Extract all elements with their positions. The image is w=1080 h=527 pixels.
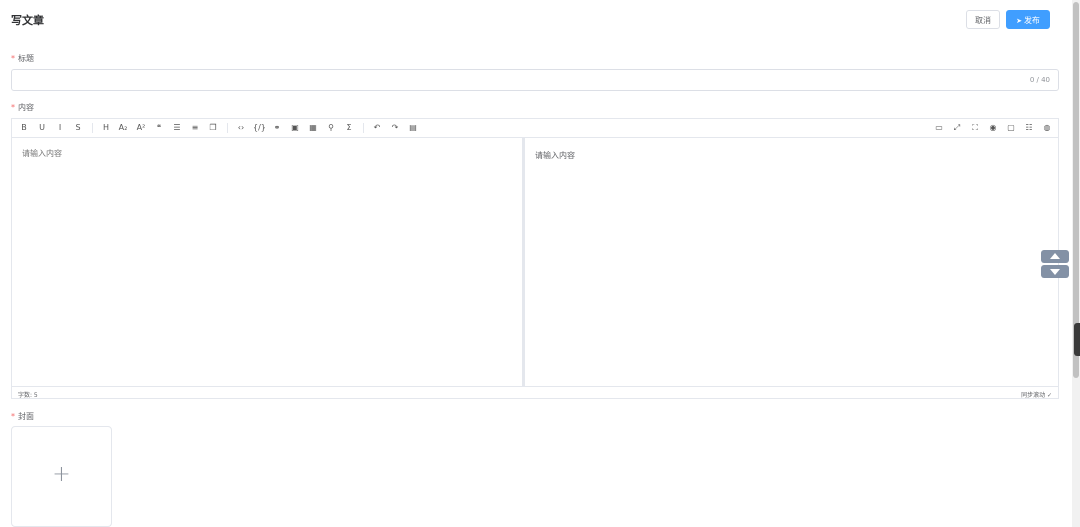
preview-icon[interactable]: ◉: [987, 122, 999, 134]
page-scrollbar[interactable]: [1072, 0, 1080, 527]
formula-icon[interactable]: Σ: [343, 122, 355, 134]
arrow-up-icon: [1050, 253, 1060, 259]
title-char-counter: 0 / 40: [1029, 76, 1050, 84]
side-panel-handle[interactable]: [1074, 323, 1080, 356]
inline-code-icon[interactable]: {/}: [253, 122, 266, 134]
required-mark: *: [11, 103, 15, 112]
page-fullscreen-icon[interactable]: ▭: [933, 122, 945, 134]
html-preview-icon[interactable]: ▢: [1005, 122, 1017, 134]
cover-label-text: 封面: [18, 412, 34, 421]
undo-icon[interactable]: ↶: [371, 122, 383, 134]
editor-toolbar: B U I S H A₂ A² ❝ ☰ ≡ ❐ ‹› {/} ⚭ ▣ ▦ ⚲ Σ ↶ ↷ ▤ ▭ ⤢ ⛶ ◉ ▢ ☷ ◍: [12, 119, 1058, 138]
title-label: * 标题: [11, 53, 34, 64]
table-icon[interactable]: ▦: [307, 122, 319, 134]
unordered-list-icon[interactable]: ☰: [171, 122, 183, 134]
fullscreen-icon[interactable]: ⤢: [951, 122, 963, 134]
mermaid-icon[interactable]: ⚲: [325, 122, 337, 134]
redo-icon[interactable]: ↷: [389, 122, 401, 134]
publish-label: 发布: [1023, 16, 1040, 25]
word-count: 字数: 5: [18, 392, 38, 399]
cover-label: * 封面: [11, 411, 34, 422]
editor-status-bar: 字数: 5 同步滚动 ✓: [12, 386, 1058, 399]
markdown-editor: B U I S H A₂ A² ❝ ☰ ≡ ❐ ‹› {/} ⚭ ▣ ▦ ⚲ Σ ↶ ↷ ▤ ▭ ⤢ ⛶ ◉ ▢ ☷ ◍ 请输入内容 …: [11, 118, 1059, 399]
toolbar-divider: [227, 123, 228, 133]
github-icon[interactable]: ◍: [1041, 122, 1053, 134]
arrow-down-icon: [1050, 269, 1060, 275]
send-icon: ➤: [1016, 17, 1022, 25]
content-label-text: 内容: [18, 103, 34, 112]
cancel-button[interactable]: 取消: [966, 10, 1000, 29]
underline-icon[interactable]: U: [36, 122, 48, 134]
preview-text: 请输入内容: [535, 151, 575, 160]
toolbar-divider: [363, 123, 364, 133]
scroll-to-bottom-button[interactable]: [1041, 265, 1069, 278]
editor-preview-pane: 请输入内容: [525, 138, 1058, 386]
code-block-icon[interactable]: ❐: [207, 122, 219, 134]
bold-icon[interactable]: B: [18, 122, 30, 134]
title-label-text: 标题: [18, 54, 34, 63]
ordered-list-icon[interactable]: ≡: [189, 122, 201, 134]
strikethrough-icon[interactable]: S: [72, 122, 84, 134]
title-input[interactable]: [20, 72, 1004, 93]
heading-icon[interactable]: H: [100, 122, 112, 134]
plus-icon: +: [52, 462, 71, 487]
image-icon[interactable]: ▣: [289, 122, 301, 134]
exit-fullscreen-icon[interactable]: ⛶: [969, 122, 981, 134]
content-textarea[interactable]: [20, 146, 514, 380]
toolbar-divider: [92, 123, 93, 133]
quote-icon[interactable]: ❝: [153, 122, 165, 134]
page-title: 写文章: [11, 14, 44, 27]
cover-upload[interactable]: +: [11, 426, 112, 527]
save-icon[interactable]: ▤: [407, 122, 419, 134]
superscript-icon[interactable]: A²: [135, 122, 147, 134]
title-field[interactable]: 0 / 40: [11, 69, 1059, 93]
scroll-to-top-button[interactable]: [1041, 250, 1069, 263]
code-icon[interactable]: ‹›: [235, 122, 247, 134]
content-label: * 内容: [11, 102, 34, 113]
sync-scroll-toggle[interactable]: 同步滚动 ✓: [1021, 390, 1052, 399]
publish-button[interactable]: ➤ 发布: [1006, 10, 1050, 29]
subscript-icon[interactable]: A₂: [117, 122, 129, 134]
required-mark: *: [11, 412, 15, 421]
italic-icon[interactable]: I: [54, 122, 66, 134]
link-icon[interactable]: ⚭: [271, 122, 283, 134]
editor-input-pane[interactable]: [12, 138, 522, 386]
required-mark: *: [11, 54, 15, 63]
catalog-icon[interactable]: ☷: [1023, 122, 1035, 134]
scrollbar-thumb[interactable]: [1073, 2, 1079, 378]
